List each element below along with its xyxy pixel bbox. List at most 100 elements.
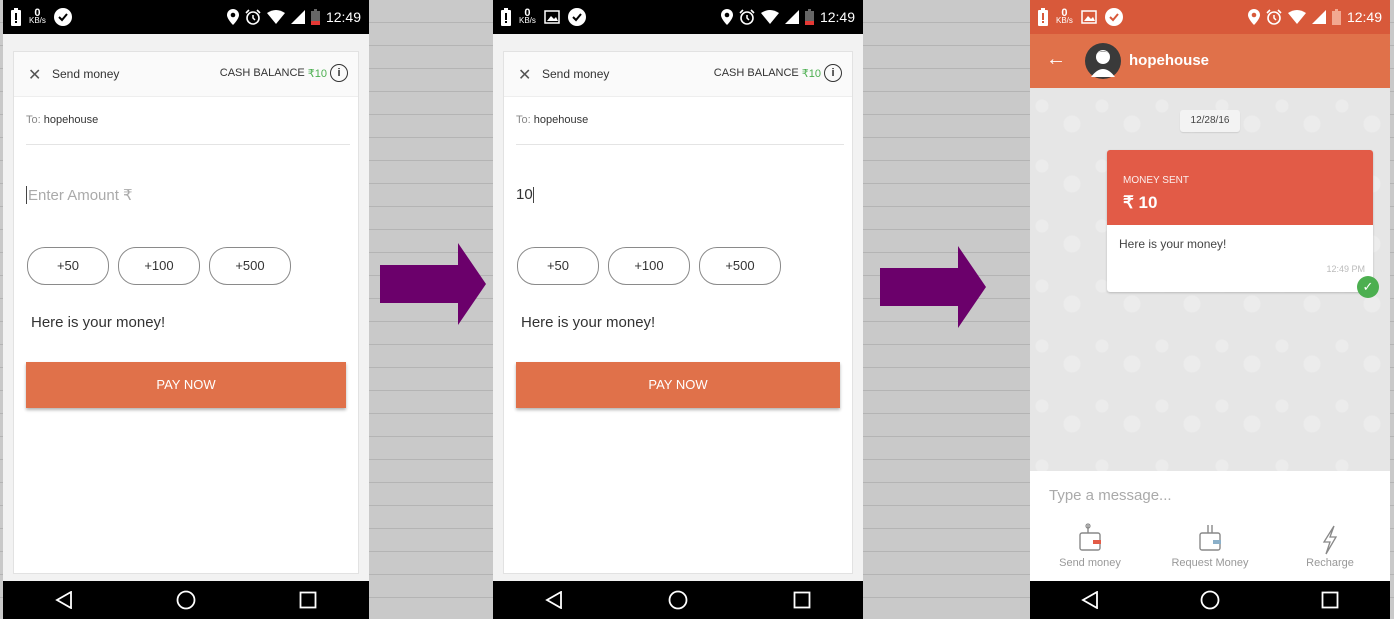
money-sent-banner: MONEY SENT ₹ 10 bbox=[1107, 150, 1373, 225]
info-icon[interactable]: i bbox=[824, 64, 842, 82]
back-nav-icon[interactable] bbox=[1080, 591, 1099, 609]
nav-bar bbox=[1030, 581, 1390, 619]
wallet-send-icon bbox=[1079, 523, 1101, 551]
cash-balance-value: ₹10 bbox=[307, 67, 327, 80]
battery-alert-icon bbox=[11, 8, 21, 26]
amount-input[interactable]: Enter Amount ₹ bbox=[26, 186, 133, 204]
wifi-icon bbox=[760, 10, 779, 24]
cash-balance: CASH BALANCE ₹10 i bbox=[220, 64, 348, 82]
note-input[interactable]: Here is your money! bbox=[521, 314, 655, 331]
recipient-label: To: bbox=[26, 114, 41, 126]
contact-name[interactable]: hopehouse bbox=[1129, 52, 1209, 69]
quick-amount-100-button[interactable]: +100 bbox=[118, 247, 200, 285]
close-icon[interactable]: ✕ bbox=[28, 65, 41, 85]
money-sent-label: MONEY SENT bbox=[1123, 175, 1189, 186]
avatar[interactable] bbox=[1085, 43, 1121, 79]
chat-messages: 12/28/16 MONEY SENT ₹ 10 Here is your mo… bbox=[1030, 88, 1390, 471]
recharge-action[interactable]: Recharge bbox=[1275, 523, 1385, 579]
recipient-label: To: bbox=[516, 114, 531, 126]
chat-screen: 0 KB/s 12:49 ← hopehouse 12/28/16 MONEY S… bbox=[1030, 0, 1390, 619]
send-money-header: ✕ Send money CASH BALANCE ₹10 i bbox=[504, 52, 852, 97]
check-circle-icon bbox=[567, 8, 586, 26]
send-money-label: Send money bbox=[1059, 557, 1121, 569]
back-arrow-icon[interactable]: ← bbox=[1046, 48, 1066, 71]
image-icon bbox=[1081, 10, 1097, 24]
recents-nav-icon[interactable] bbox=[299, 591, 317, 609]
clock: 12:49 bbox=[819, 9, 855, 25]
back-nav-icon[interactable] bbox=[545, 591, 563, 609]
send-money-header: ✕ Send money CASH BALANCE ₹10 i bbox=[14, 52, 358, 97]
quick-amount-100-button[interactable]: +100 bbox=[608, 247, 690, 285]
home-nav-icon[interactable] bbox=[176, 590, 196, 610]
quick-amount-50-button[interactable]: +50 bbox=[27, 247, 109, 285]
battery-alert-icon bbox=[1038, 8, 1048, 26]
location-icon bbox=[226, 9, 239, 25]
chat-compose: Type a message... Send money Request Mon… bbox=[1030, 471, 1390, 581]
person-icon bbox=[1091, 50, 1115, 77]
recipient-field: To: hopehouse bbox=[26, 114, 350, 145]
battery-low-icon bbox=[804, 9, 814, 25]
note-input[interactable]: Here is your money! bbox=[31, 314, 165, 331]
back-nav-icon[interactable] bbox=[54, 591, 73, 609]
check-circle-icon bbox=[1104, 8, 1123, 26]
alarm-icon bbox=[739, 9, 755, 25]
send-money-screen-empty: 0 KB/s 12:49 ✕ Send money CASH BALANCE ₹1… bbox=[3, 0, 369, 619]
home-nav-icon[interactable] bbox=[1200, 590, 1220, 610]
battery-low-icon bbox=[1331, 9, 1341, 25]
quick-amount-500-button[interactable]: +500 bbox=[209, 247, 291, 285]
battery-alert-icon bbox=[501, 8, 511, 26]
alarm-icon bbox=[1266, 9, 1282, 25]
page-title: Send money bbox=[542, 67, 610, 81]
info-icon[interactable]: i bbox=[330, 64, 348, 82]
amount-value: 10 bbox=[516, 186, 533, 203]
cash-balance: CASH BALANCE ₹10 i bbox=[714, 64, 842, 82]
quick-amount-50-button[interactable]: +50 bbox=[517, 247, 599, 285]
send-money-card: ✕ Send money CASH BALANCE ₹10 i To: hope… bbox=[13, 51, 359, 574]
page-title: Send money bbox=[52, 67, 120, 81]
network-speed: 0 KB/s bbox=[1056, 7, 1073, 25]
cash-balance-label: CASH BALANCE bbox=[219, 67, 305, 79]
signal-icon bbox=[784, 10, 799, 24]
wifi-icon bbox=[266, 10, 285, 24]
status-bar: 0 KB/s 12:49 bbox=[3, 0, 369, 34]
text-cursor bbox=[532, 187, 534, 204]
nav-bar bbox=[3, 581, 369, 619]
signal-icon bbox=[290, 10, 305, 24]
chat-actions: Send money Request Money Recharge bbox=[1030, 523, 1390, 579]
send-money-action[interactable]: Send money bbox=[1035, 523, 1145, 579]
pay-now-button[interactable]: PAY NOW bbox=[516, 362, 840, 408]
home-nav-icon[interactable] bbox=[668, 590, 688, 610]
send-money-card: ✕ Send money CASH BALANCE ₹10 i To: hope… bbox=[503, 51, 853, 574]
alarm-icon bbox=[245, 9, 261, 25]
cash-balance-label: CASH BALANCE bbox=[713, 67, 799, 79]
wallet-request-icon bbox=[1199, 525, 1221, 551]
clock: 12:49 bbox=[1346, 9, 1382, 25]
delivered-check-icon: ✓ bbox=[1357, 276, 1379, 298]
chat-header: ← hopehouse bbox=[1030, 34, 1390, 88]
close-icon[interactable]: ✕ bbox=[518, 65, 531, 85]
send-money-screen-filled: 0 KB/s 12:49 ✕ Send money CASH BALANCE ₹1… bbox=[493, 0, 863, 619]
image-icon bbox=[544, 10, 560, 24]
pay-now-button[interactable]: PAY NOW bbox=[26, 362, 346, 408]
amount-input[interactable]: 10 bbox=[516, 186, 534, 204]
nav-bar bbox=[493, 581, 863, 619]
flow-arrow-icon bbox=[380, 243, 486, 325]
battery-low-icon bbox=[310, 9, 320, 25]
date-separator: 12/28/16 bbox=[1180, 110, 1240, 132]
request-money-action[interactable]: Request Money bbox=[1155, 523, 1265, 579]
location-icon bbox=[720, 9, 733, 25]
message-text: Here is your money! bbox=[1119, 237, 1227, 251]
quick-amount-500-button[interactable]: +500 bbox=[699, 247, 781, 285]
money-sent-bubble[interactable]: MONEY SENT ₹ 10 Here is your money! 12:4… bbox=[1107, 150, 1373, 292]
recharge-label: Recharge bbox=[1306, 557, 1354, 569]
clock: 12:49 bbox=[325, 9, 361, 25]
request-money-label: Request Money bbox=[1171, 557, 1249, 569]
recipient-name: hopehouse bbox=[43, 114, 99, 126]
recipient-field: To: hopehouse bbox=[516, 114, 844, 145]
recents-nav-icon[interactable] bbox=[793, 591, 811, 609]
check-circle-icon bbox=[53, 8, 72, 26]
recents-nav-icon[interactable] bbox=[1321, 591, 1339, 609]
message-input[interactable]: Type a message... bbox=[1049, 487, 1172, 504]
money-sent-amount: ₹ 10 bbox=[1123, 193, 1158, 212]
wifi-icon bbox=[1287, 10, 1306, 24]
